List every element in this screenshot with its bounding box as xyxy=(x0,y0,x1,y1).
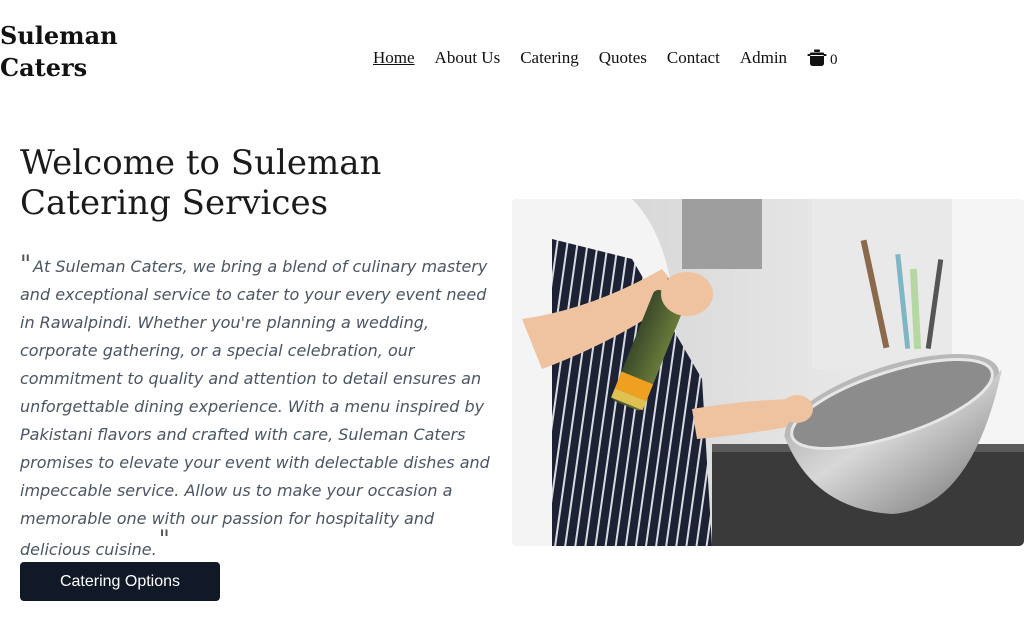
brand-line-2: Caters xyxy=(0,53,88,82)
brand-line-1: Suleman xyxy=(0,21,118,50)
cooking-pot-icon xyxy=(807,49,827,66)
nav-item-quotes[interactable]: Quotes xyxy=(599,48,647,68)
hero-quote-text: At Suleman Caters, we bring a blend of c… xyxy=(20,257,490,559)
cart-count: 0 xyxy=(830,52,838,68)
brand-logo[interactable]: Suleman Caters xyxy=(0,20,140,84)
nav-item-contact[interactable]: Contact xyxy=(667,48,720,68)
hero-image-chef xyxy=(512,199,1024,546)
catering-options-button[interactable]: Catering Options xyxy=(20,562,220,601)
cart-button[interactable]: 0 xyxy=(807,49,838,68)
nav-item-home[interactable]: Home xyxy=(373,48,415,68)
nav-item-about-us[interactable]: About Us xyxy=(435,48,501,68)
close-quote-mark: " xyxy=(158,525,170,553)
hero-title: Welcome to Suleman Catering Services xyxy=(20,143,382,223)
hero-quote: " At Suleman Caters, we bring a blend of … xyxy=(20,250,500,564)
nav-item-catering[interactable]: Catering xyxy=(520,48,579,68)
main-nav: Home About Us Catering Quotes Contact Ad… xyxy=(373,46,838,70)
open-quote-mark: " xyxy=(20,250,32,278)
nav-item-admin[interactable]: Admin xyxy=(740,48,787,68)
